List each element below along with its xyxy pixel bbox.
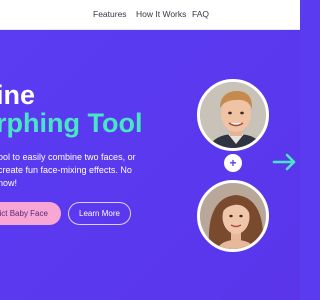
hero-section: ine rphing Tool ool to easily combine tw… xyxy=(0,30,300,300)
face-photo-1 xyxy=(197,79,269,151)
nav-link-how-it-works[interactable]: How It Works xyxy=(136,9,186,19)
nav-link-features[interactable]: Features xyxy=(93,9,127,19)
learn-more-button[interactable]: Learn More xyxy=(68,202,131,225)
woman-face-image xyxy=(200,183,266,249)
plus-icon: + xyxy=(224,154,242,172)
man-face-image xyxy=(200,82,266,148)
hero-title-line-1: ine xyxy=(0,80,36,110)
top-nav: Features How It Works FAQ xyxy=(0,0,300,30)
predict-baby-face-button[interactable]: dict Baby Face xyxy=(0,202,61,225)
arrow-right-icon xyxy=(272,153,296,171)
face-photo-2 xyxy=(197,180,269,252)
hero-description: ool to easily combine two faces, or crea… xyxy=(0,152,136,188)
hero-title-line-2: rphing Tool xyxy=(0,108,143,138)
nav-link-faq[interactable]: FAQ xyxy=(192,9,209,19)
